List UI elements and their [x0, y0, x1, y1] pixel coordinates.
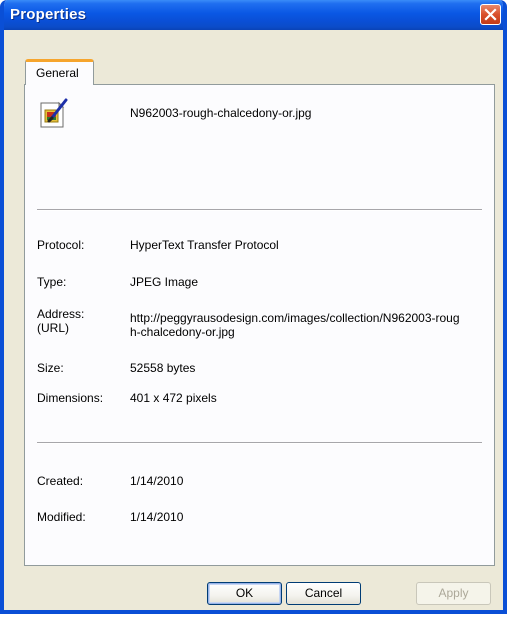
- address-label: Address: (URL): [37, 307, 85, 335]
- created-label: Created:: [37, 474, 84, 488]
- title-bar[interactable]: Properties: [4, 0, 503, 30]
- jpeg-image-file-icon: [40, 98, 68, 128]
- tab-general-label: General: [36, 66, 79, 80]
- size-label: Size:: [37, 361, 64, 375]
- dimensions-value: 401 x 472 pixels: [130, 391, 217, 405]
- close-button[interactable]: [480, 4, 501, 25]
- dimensions-label: Dimensions:: [37, 391, 104, 405]
- apply-button-label: Apply: [438, 586, 469, 600]
- separator: [37, 442, 482, 444]
- file-name: N962003-rough-chalcedony-or.jpg: [130, 106, 312, 120]
- protocol-value: HyperText Transfer Protocol: [130, 238, 279, 252]
- apply-button[interactable]: Apply: [416, 582, 491, 605]
- size-value: 52558 bytes: [130, 361, 196, 375]
- general-tab-panel: N962003-rough-chalcedony-or.jpg Protocol…: [24, 84, 495, 566]
- close-icon: [484, 8, 497, 21]
- protocol-label: Protocol:: [37, 238, 85, 252]
- address-value: http://peggyrausodesign.com/images/colle…: [130, 311, 460, 339]
- separator: [37, 209, 482, 211]
- type-label: Type:: [37, 275, 67, 289]
- ok-button[interactable]: OK: [207, 582, 282, 605]
- tab-general[interactable]: General: [25, 59, 94, 85]
- created-value: 1/14/2010: [130, 474, 184, 488]
- modified-value: 1/14/2010: [130, 510, 184, 524]
- type-value: JPEG Image: [130, 275, 199, 289]
- modified-label: Modified:: [37, 510, 86, 524]
- window-title: Properties: [10, 6, 87, 23]
- cancel-button[interactable]: Cancel: [286, 582, 361, 605]
